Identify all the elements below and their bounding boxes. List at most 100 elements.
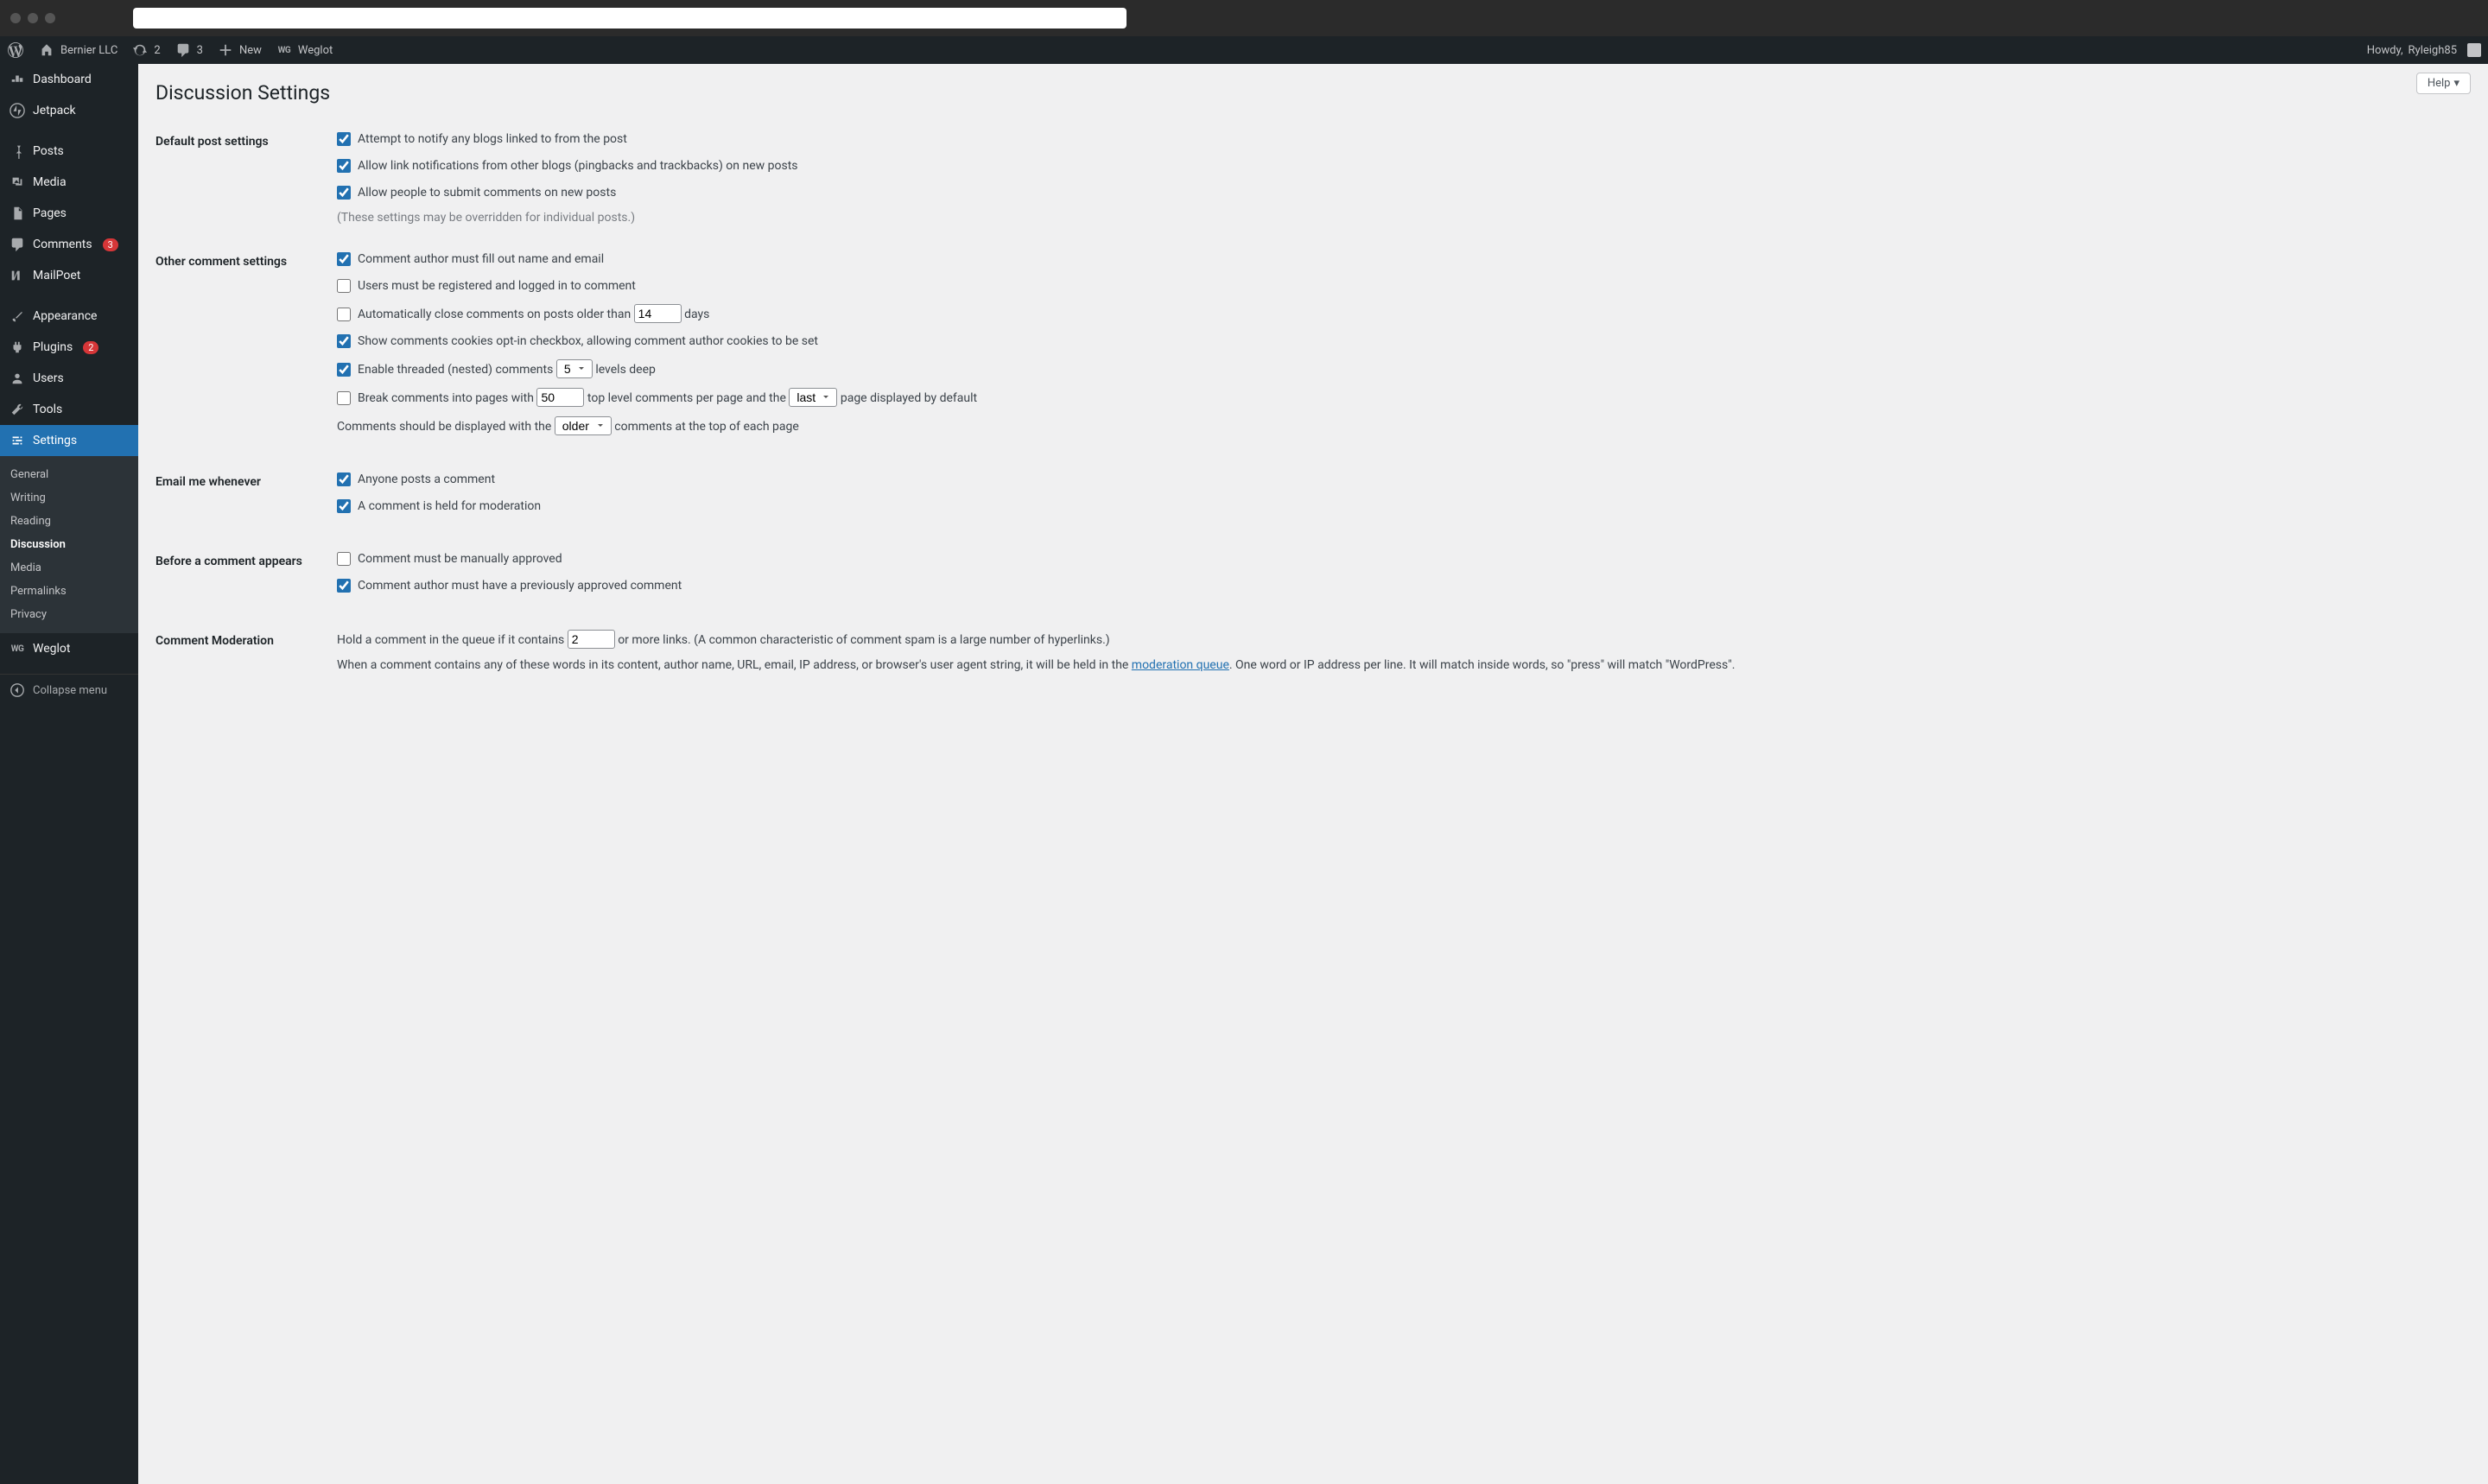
submenu-media[interactable]: Media — [0, 556, 138, 580]
collapse-label: Collapse menu — [33, 684, 107, 697]
wordpress-icon — [7, 41, 24, 59]
section-other-comment: Other comment settings — [156, 238, 328, 458]
sidebar-item-jetpack[interactable]: Jetpack — [0, 95, 138, 126]
close-window[interactable] — [10, 13, 21, 23]
select-order[interactable]: older — [555, 416, 612, 435]
checkbox-require-name[interactable] — [337, 252, 351, 266]
sidebar-label: Comments — [33, 238, 92, 251]
input-max-links[interactable] — [568, 630, 615, 649]
sidebar-item-dashboard[interactable]: Dashboard — [0, 64, 138, 95]
checkbox-allow-comments[interactable] — [337, 186, 351, 200]
option-prev-approved[interactable]: Comment author must have a previously ap… — [337, 577, 2462, 595]
checkbox-close-old[interactable] — [337, 308, 351, 321]
checkbox-anyone-posts[interactable] — [337, 472, 351, 486]
sidebar-item-appearance[interactable]: Appearance — [0, 301, 138, 332]
option-pagination[interactable]: Break comments into pages with top level… — [337, 388, 2462, 408]
sidebar-label: Weglot — [33, 642, 70, 656]
checkbox-attempt-notify[interactable] — [337, 132, 351, 146]
moderation-queue-link[interactable]: moderation queue — [1132, 658, 1229, 672]
maximize-window[interactable] — [45, 13, 55, 23]
updates-link[interactable]: 2 — [124, 36, 167, 64]
checkbox-manual-approve[interactable] — [337, 552, 351, 566]
sidebar-item-plugins[interactable]: Plugins 2 — [0, 332, 138, 363]
wrench-icon — [9, 401, 26, 418]
sidebar-item-settings[interactable]: Settings — [0, 425, 138, 456]
input-close-days[interactable] — [634, 304, 682, 323]
sidebar-label: Settings — [33, 434, 77, 447]
new-label: New — [239, 44, 262, 57]
sidebar-item-pages[interactable]: Pages — [0, 198, 138, 229]
help-label: Help — [2428, 77, 2451, 90]
option-manual-approve[interactable]: Comment must be manually approved — [337, 550, 2462, 568]
chevron-down-icon: ▾ — [2453, 77, 2459, 90]
checkbox-cookies-optin[interactable] — [337, 334, 351, 348]
option-require-name[interactable]: Comment author must fill out name and em… — [337, 251, 2462, 269]
new-content-link[interactable]: New — [210, 36, 269, 64]
section-email-me: Email me whenever — [156, 458, 328, 537]
moderation-description: When a comment contains any of these wor… — [337, 658, 2462, 672]
collapse-menu-button[interactable]: Collapse menu — [0, 674, 138, 706]
sidebar-item-users[interactable]: Users — [0, 363, 138, 394]
checkbox-threaded[interactable] — [337, 363, 351, 377]
option-held-moderation[interactable]: A comment is held for moderation — [337, 498, 2462, 516]
option-threaded[interactable]: Enable threaded (nested) comments 5 leve… — [337, 359, 2462, 379]
comments-link[interactable]: 3 — [168, 36, 210, 64]
option-close-old[interactable]: Automatically close comments on posts ol… — [337, 304, 2462, 324]
plus-icon — [217, 41, 234, 59]
minimize-window[interactable] — [28, 13, 38, 23]
option-attempt-notify[interactable]: Attempt to notify any blogs linked to fr… — [337, 130, 2462, 149]
submenu-discussion[interactable]: Discussion — [0, 533, 138, 556]
plug-icon — [9, 339, 26, 356]
plugins-badge: 2 — [83, 341, 98, 354]
user-name: Ryleigh85 — [2409, 44, 2457, 57]
checkbox-pagination[interactable] — [337, 391, 351, 405]
option-cookies-optin[interactable]: Show comments cookies opt-in checkbox, a… — [337, 333, 2462, 351]
comments-count: 3 — [197, 44, 203, 57]
submenu-reading[interactable]: Reading — [0, 510, 138, 533]
override-note: (These settings may be overridden for in… — [337, 211, 2462, 225]
dashboard-icon — [9, 71, 26, 88]
option-max-links: Hold a comment in the queue if it contai… — [337, 630, 2462, 650]
sidebar-item-mailpoet[interactable]: MailPoet — [0, 260, 138, 291]
option-allow-comments[interactable]: Allow people to submit comments on new p… — [337, 184, 2462, 202]
sidebar-item-posts[interactable]: Posts — [0, 136, 138, 167]
user-icon — [9, 370, 26, 387]
select-default-page[interactable]: last — [789, 388, 837, 407]
option-anyone-posts[interactable]: Anyone posts a comment — [337, 471, 2462, 489]
checkbox-prev-approved[interactable] — [337, 579, 351, 593]
updates-count: 2 — [154, 44, 160, 57]
site-name-link[interactable]: Bernier LLC — [31, 36, 124, 64]
admin-bar: Bernier LLC 2 3 New WG Weglot Howdy, Ryl… — [0, 36, 2488, 64]
site-name-label: Bernier LLC — [60, 44, 117, 57]
checkbox-allow-pingback[interactable] — [337, 159, 351, 173]
weglot-label: Weglot — [298, 44, 333, 57]
option-require-registration[interactable]: Users must be registered and logged in t… — [337, 277, 2462, 295]
submenu-general[interactable]: General — [0, 463, 138, 486]
checkbox-require-registration[interactable] — [337, 279, 351, 293]
sidebar-item-media[interactable]: Media — [0, 167, 138, 198]
option-order: Comments should be displayed with the ol… — [337, 416, 2462, 436]
sidebar-item-weglot[interactable]: WG Weglot — [0, 633, 138, 664]
submenu-permalinks[interactable]: Permalinks — [0, 580, 138, 603]
pin-icon — [9, 143, 26, 160]
input-per-page[interactable] — [536, 388, 584, 407]
sidebar-item-comments[interactable]: Comments 3 — [0, 229, 138, 260]
home-icon — [38, 41, 55, 59]
checkbox-held-moderation[interactable] — [337, 499, 351, 513]
collapse-icon — [9, 682, 26, 699]
help-tab-button[interactable]: Help ▾ — [2416, 73, 2471, 94]
sidebar-item-tools[interactable]: Tools — [0, 394, 138, 425]
select-thread-levels[interactable]: 5 — [556, 359, 593, 378]
submenu-privacy[interactable]: Privacy — [0, 603, 138, 626]
url-bar[interactable] — [133, 8, 1127, 29]
wp-logo[interactable] — [0, 36, 31, 64]
user-account-link[interactable]: Howdy, Ryleigh85 — [2360, 36, 2488, 64]
media-icon — [9, 174, 26, 191]
option-allow-pingback[interactable]: Allow link notifications from other blog… — [337, 157, 2462, 175]
brush-icon — [9, 308, 26, 325]
traffic-lights — [10, 13, 55, 23]
sidebar-label: Dashboard — [33, 73, 92, 86]
weglot-link[interactable]: WG Weglot — [269, 36, 340, 64]
section-before-appears: Before a comment appears — [156, 537, 328, 617]
submenu-writing[interactable]: Writing — [0, 486, 138, 510]
